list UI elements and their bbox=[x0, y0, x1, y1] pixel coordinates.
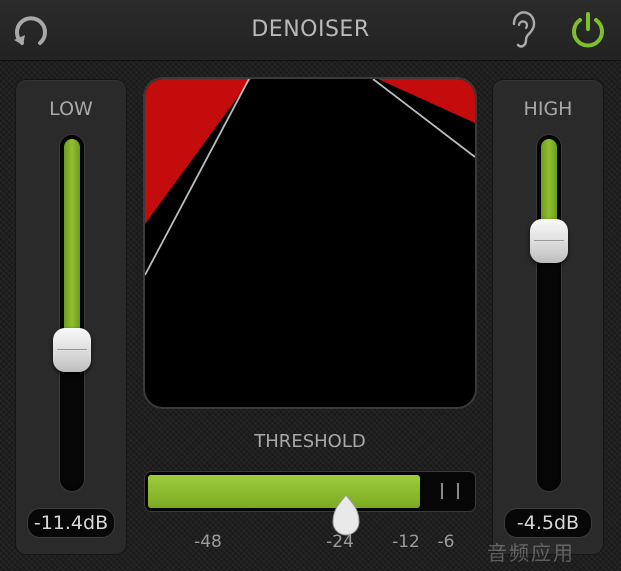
threshold-scale-label: -48 bbox=[194, 532, 222, 552]
high-band-panel: HIGH -4.5dB bbox=[493, 80, 603, 554]
header-bar: DENOISER bbox=[0, 0, 621, 61]
threshold-meter[interactable] bbox=[145, 472, 475, 511]
low-fader-fill bbox=[64, 139, 80, 351]
ear-icon[interactable] bbox=[506, 10, 540, 52]
threshold-scale-label: -12 bbox=[392, 532, 420, 552]
high-value-readout[interactable]: -4.5dB bbox=[505, 509, 591, 537]
threshold-peak-marks bbox=[441, 483, 459, 499]
curve-graph bbox=[145, 79, 475, 276]
low-fader-track[interactable] bbox=[60, 135, 84, 491]
low-value-readout[interactable]: -11.4dB bbox=[28, 509, 114, 537]
threshold-label: THRESHOLD bbox=[254, 431, 366, 452]
watermark-text: 音频应用 bbox=[487, 541, 575, 565]
low-band-panel: LOW -11.4dB bbox=[16, 80, 126, 554]
threshold-scale-label: -6 bbox=[437, 532, 455, 552]
threshold-curve-display bbox=[145, 79, 475, 407]
high-label: HIGH bbox=[523, 98, 573, 120]
threshold-meter-fill bbox=[148, 475, 421, 508]
low-label: LOW bbox=[49, 98, 93, 120]
threshold-scale-label: -24 bbox=[326, 532, 354, 552]
high-fader-track[interactable] bbox=[537, 135, 561, 491]
power-icon[interactable] bbox=[568, 10, 608, 50]
high-fader-knob[interactable] bbox=[530, 219, 568, 264]
right-red-zone bbox=[378, 79, 475, 123]
left-red-zone bbox=[145, 79, 251, 224]
low-fader-knob[interactable] bbox=[53, 328, 91, 373]
